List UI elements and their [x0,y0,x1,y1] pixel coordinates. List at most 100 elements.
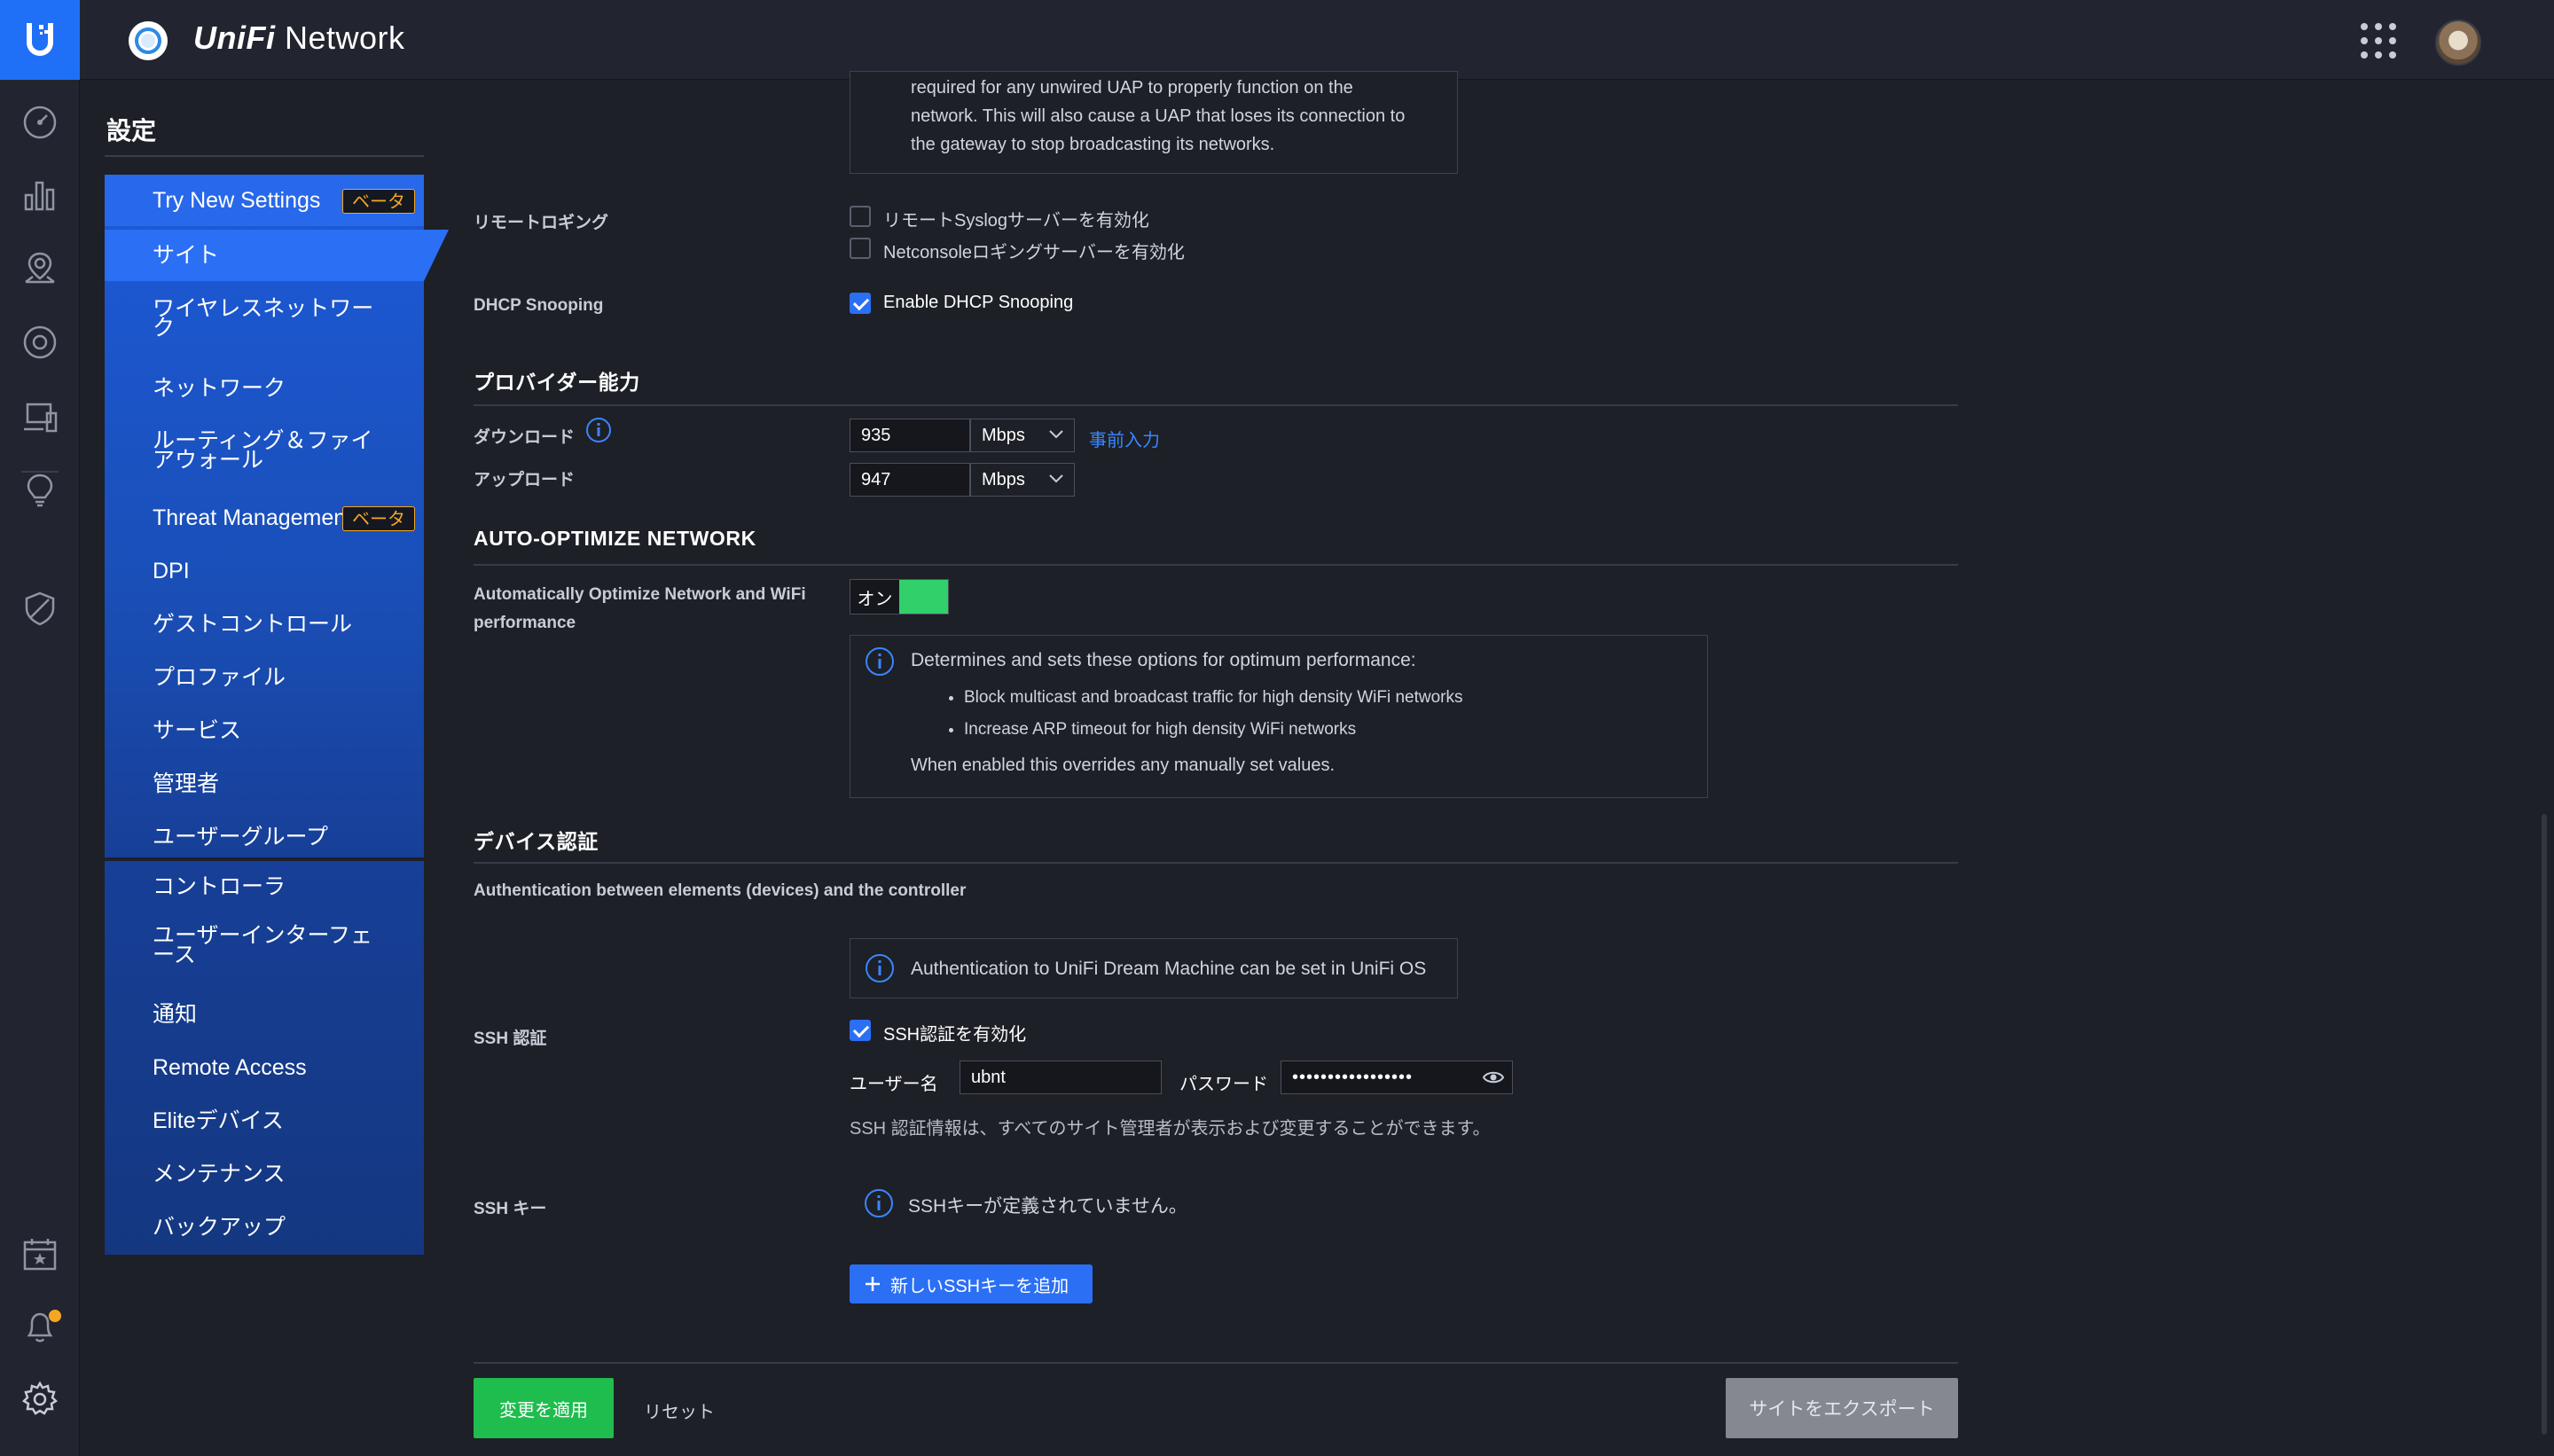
nav-item-remote-access[interactable]: Remote Access [105,1042,424,1093]
nav-item-site-active[interactable]: サイト [105,230,449,281]
nav-item-profiles[interactable]: プロファイル [105,652,424,703]
nav-item-label: Remote Access [153,1055,307,1080]
upload-speed-input[interactable]: 947 [850,463,970,497]
udm-auth-note: Authentication to UniFi Dream Machine ca… [911,959,1427,979]
auto-optimize-heading: AUTO-OPTIMIZE NETWORK [474,527,756,550]
nav-item-label: DPI [153,559,190,583]
map-icon[interactable] [20,248,59,287]
dhcp-snooping-label: DHCP Snooping [474,296,604,315]
app-title: UniFi Network [193,20,405,57]
notification-indicator [49,1310,61,1322]
password-input[interactable]: ••••••••••••••••• [1281,1061,1513,1094]
unifi-network-app-icon[interactable] [128,20,168,61]
nav-item-notifications[interactable]: 通知 [105,989,424,1040]
nav-item-label: ワイヤレスネットワーク [153,296,374,341]
note-line-2: network. This will also cause a UAP that… [911,106,1406,126]
nav-item-try-new-settings[interactable]: Try New Settings ベータ [105,175,424,226]
dhcp-snooping-option: Enable DHCP Snooping [883,293,1074,312]
optimize-options-list: Block multicast and broadcast traffic fo… [964,682,1463,746]
remote-syslog-checkbox[interactable] [850,206,871,227]
nav-item-label: ユーザーインターフェース [153,923,373,967]
download-info-icon[interactable] [585,417,612,443]
auto-optimize-toggle[interactable]: オン [850,579,949,614]
user-avatar[interactable] [2435,20,2481,66]
device-auth-subtitle: Authentication between elements (devices… [474,881,967,900]
provider-divider [474,404,1958,406]
nav-item-controller[interactable]: コントローラ [105,861,424,912]
nav-item-services[interactable]: サービス [105,705,424,756]
nav-item-label: ルーティング＆ファイアウォール [153,428,373,473]
download-speed-input[interactable]: 935 [850,419,970,452]
auto-optimize-label-line1: Automatically Optimize Network and WiFi [474,585,806,604]
nav-item-user-groups[interactable]: ユーザーグループ [105,811,424,863]
upload-unit-select[interactable]: Mbps [970,463,1075,497]
nav-item-label: ゲストコントロール [153,612,353,637]
clients-icon[interactable] [20,397,59,436]
export-site-button[interactable]: サイトをエクスポート [1726,1378,1958,1438]
nav-item-maintenance[interactable]: メンテナンス [105,1148,424,1200]
show-password-eye-icon[interactable] [1483,1069,1504,1085]
nav-item-admins[interactable]: 管理者 [105,758,424,810]
auto-optimize-divider [474,564,1958,566]
ssh-auth-checkbox[interactable] [850,1020,871,1041]
nav-item-guest-control[interactable]: ゲストコントロール [105,599,424,650]
plus-icon [866,1277,880,1291]
nav-item-elite-devices[interactable]: Eliteデバイス [105,1095,424,1147]
apply-changes-label: 変更を適用 [499,1400,588,1421]
download-unit-value: Mbps [982,426,1025,445]
nav-item-routing-firewall[interactable]: ルーティング＆ファイアウォール [105,418,424,483]
nav-item-dpi[interactable]: DPI [105,545,424,597]
nav-item-site: サイト [105,230,424,281]
nav-item-networks[interactable]: ネットワーク [105,363,424,414]
nav-item-label: プロファイル [153,665,286,690]
list-item: Increase ARP timeout for high density Wi… [964,714,1463,746]
add-ssh-key-button[interactable]: 新しいSSHキーを追加 [850,1264,1093,1303]
username-input[interactable]: ubnt [960,1061,1162,1094]
ubiquiti-logo[interactable] [0,0,80,80]
download-label: ダウンロード [474,428,576,447]
nav-item-label: サービス [153,718,242,743]
download-unit-select[interactable]: Mbps [970,419,1075,452]
dhcp-snooping-checkbox[interactable] [850,293,871,314]
settings-nav-group-site: Try New Settings ベータ サイト ワイヤレスネットワーク ネット… [105,175,424,857]
nav-item-label: コントローラ [153,874,286,899]
rail-separator [21,471,59,473]
nav-item-wireless-networks[interactable]: ワイヤレスネットワーク [105,290,424,347]
prefill-link[interactable]: 事前入力 [1089,426,1160,451]
apply-changes-button[interactable]: 変更を適用 [474,1378,614,1438]
note-line-3: the gateway to stop broadcasting its net… [911,135,1275,154]
nav-item-label: サイト [153,243,220,268]
top-bar: UniFi Network [0,0,2554,80]
statistics-icon[interactable] [20,176,59,215]
footer-divider [474,1362,1958,1364]
apps-grid-icon[interactable] [2359,21,2398,60]
nav-item-user-interface[interactable]: ユーザーインターフェース [105,916,424,975]
info-title: Determines and sets these options for op… [911,650,1416,670]
events-calendar-icon[interactable] [20,1234,59,1273]
beta-badge: ベータ [342,506,415,531]
content-scrollbar[interactable] [2542,814,2547,1435]
insights-icon[interactable] [20,470,59,509]
username-label: ユーザー名 [850,1075,938,1094]
upload-unit-value: Mbps [982,470,1025,489]
nav-item-backup[interactable]: バックアップ [105,1202,424,1253]
password-label: パスワード [1179,1075,1268,1094]
info-icon [865,1189,893,1217]
nav-item-threat-management[interactable]: Threat Management ベータ [105,492,424,544]
beta-badge: ベータ [342,189,415,214]
toggle-label: オン [857,589,893,609]
settings-nav-group-controller: コントローラ ユーザーインターフェース 通知 Remote Access Eli… [105,861,424,1255]
remote-syslog-label: リモートSyslogサーバーを有効化 [883,211,1149,231]
info-footer: When enabled this overrides any manually… [911,755,1336,775]
netconsole-checkbox[interactable] [850,238,871,259]
dashboard-icon[interactable] [20,103,59,142]
app-title-network: Network [275,20,405,56]
shield-icon[interactable] [20,589,59,628]
reset-button[interactable]: リセット [644,1397,715,1423]
settings-gear-icon[interactable] [20,1380,59,1419]
auto-optimize-info-box: Determines and sets these options for op… [850,635,1708,798]
app-title-unifi: UniFi [193,20,276,56]
devices-icon[interactable] [20,323,59,362]
upload-label: アップロード [474,471,576,489]
add-ssh-key-label: 新しいSSHキーを追加 [890,1276,1069,1296]
